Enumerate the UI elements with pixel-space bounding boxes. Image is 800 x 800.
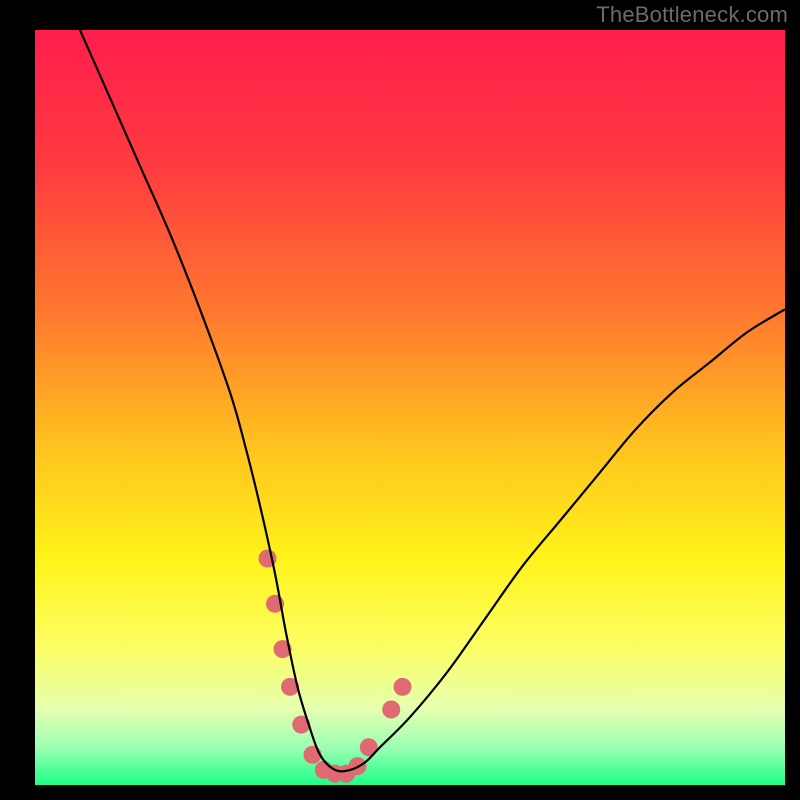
highlight-marker	[394, 678, 412, 696]
highlight-marker	[382, 701, 400, 719]
bottleneck-chart	[0, 0, 800, 800]
gradient-background	[35, 30, 785, 785]
chart-frame: TheBottleneck.com	[0, 0, 800, 800]
watermark-text: TheBottleneck.com	[596, 2, 788, 28]
